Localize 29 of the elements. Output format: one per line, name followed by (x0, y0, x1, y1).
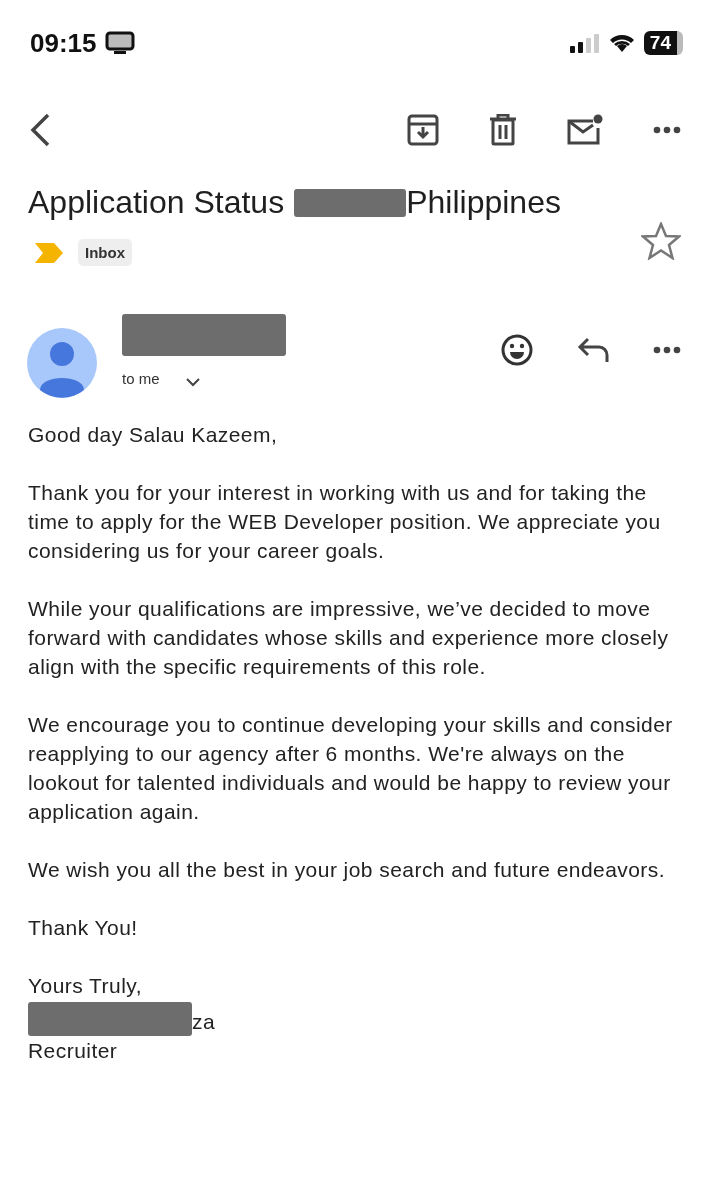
back-icon[interactable] (28, 112, 52, 148)
unread-mail-icon[interactable] (567, 114, 603, 146)
body-paragraph: Thank You! (28, 915, 139, 941)
subject-text: Philippines (406, 184, 561, 221)
emoji-icon[interactable] (501, 334, 533, 366)
signal-icon (569, 33, 600, 53)
body-paragraph: We encourage you to continue developing your skills and consider reapplying to our agency after 6 months. We're always on the lookout for talented individuals and would be happy to review your application again. (28, 712, 674, 825)
signature-role: Recruiter (28, 1038, 118, 1064)
chevron-down-icon[interactable] (185, 378, 200, 387)
more-icon[interactable] (653, 126, 681, 134)
trash-icon[interactable] (489, 114, 517, 146)
avatar-icon (27, 328, 97, 398)
closing-text: Yours Truly, (28, 973, 142, 999)
importance-marker-icon (34, 241, 64, 264)
body-paragraph: Good day Salau Kazeem, (28, 422, 279, 448)
more-icon[interactable] (653, 346, 681, 354)
archive-icon[interactable] (407, 114, 439, 146)
battery-level: 74 (643, 31, 683, 55)
star-icon[interactable] (641, 222, 681, 260)
status-time: 09:15 (30, 27, 97, 59)
body-paragraph: We wish you all the best in your job search and future endeavors. (28, 857, 667, 883)
label-chip[interactable]: Inbox (78, 239, 132, 266)
body-paragraph: While your qualifications are impressive, we’ve decided to move forward with candidates whose skills and experience more closely align with the specific requirements of this role. (28, 596, 670, 680)
reply-icon[interactable] (577, 337, 609, 363)
signature-name: za (192, 1009, 216, 1035)
recipient-text: to me (122, 370, 160, 387)
subject-text: Application Status (28, 184, 285, 221)
monitor-icon (104, 31, 135, 55)
body-paragraph: Thank you for your interest in working with us and for taking the time to apply for the WEB Developer position. We appreciate you considering us for your career goals. (28, 480, 662, 564)
